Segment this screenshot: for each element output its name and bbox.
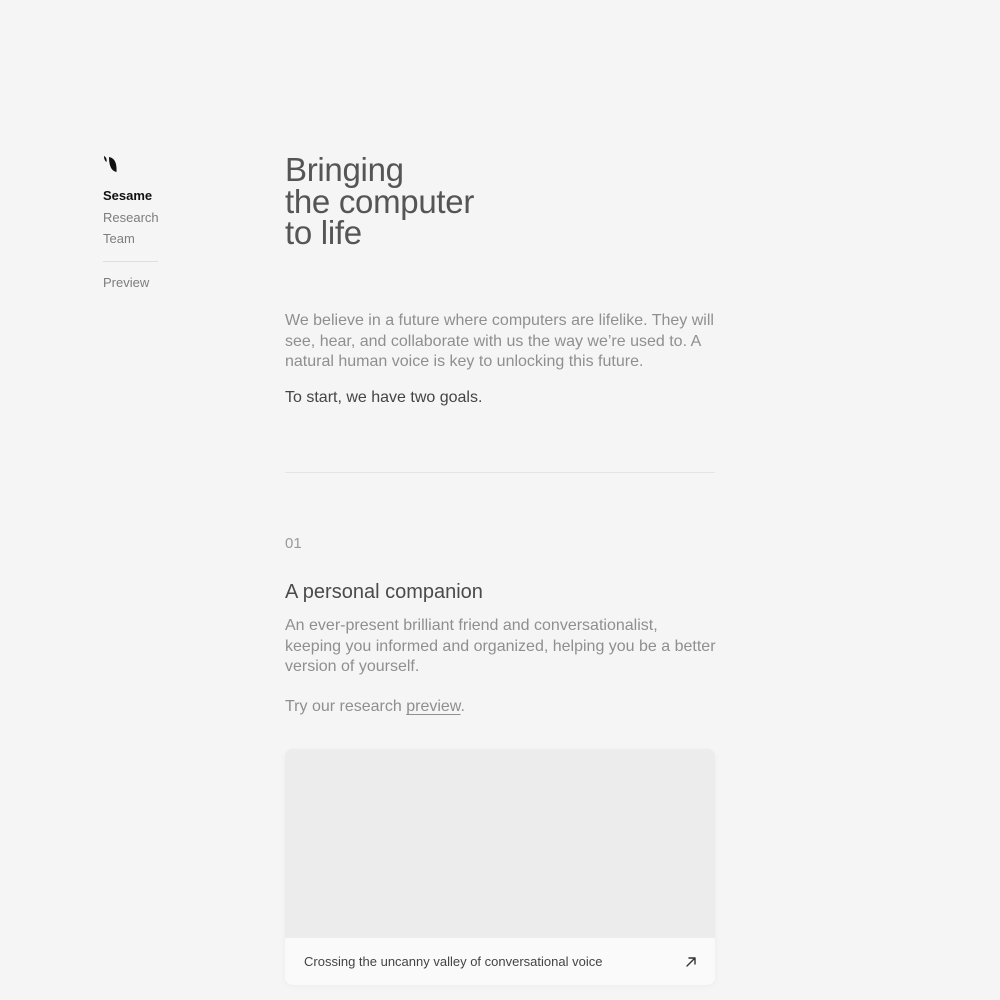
card-footer: Crossing the uncanny valley of conversat…: [285, 938, 715, 985]
sidebar-item-sesame[interactable]: Sesame: [103, 185, 158, 207]
hero-title: Bringing the computer to life: [285, 151, 585, 251]
section-description: An ever-present brilliant friend and con…: [285, 617, 716, 675]
section-try-text: Try our research preview.: [285, 697, 465, 718]
try-suffix: .: [460, 698, 465, 715]
sidebar: Sesame Research Team Preview: [103, 155, 159, 294]
sidebar-divider: [103, 260, 158, 262]
hero-title-line-3: to life: [285, 214, 362, 251]
arrow-up-right-icon[interactable]: [684, 955, 698, 969]
try-prefix: Try our research: [285, 698, 407, 715]
sidebar-item-research[interactable]: Research: [103, 207, 159, 229]
hero-intro: We believe in a future where computers a…: [285, 312, 714, 370]
section-number: 01: [285, 535, 302, 552]
hero-title-line-1: Bringing: [285, 151, 404, 188]
section-divider: [285, 472, 715, 473]
hero-goals: To start, we have two goals.: [285, 389, 483, 406]
sidebar-item-team[interactable]: Team: [103, 228, 158, 250]
card-media-placeholder: [285, 749, 715, 938]
section-title: A personal companion: [285, 581, 483, 603]
sidebar-item-preview[interactable]: Preview: [103, 272, 158, 294]
preview-link[interactable]: preview: [406, 698, 460, 715]
card-title: Crossing the uncanny valley of conversat…: [304, 954, 603, 969]
sesame-leaf-icon[interactable]: [103, 155, 119, 173]
research-card[interactable]: Crossing the uncanny valley of conversat…: [285, 749, 715, 985]
hero-title-line-2: the computer: [285, 182, 475, 220]
